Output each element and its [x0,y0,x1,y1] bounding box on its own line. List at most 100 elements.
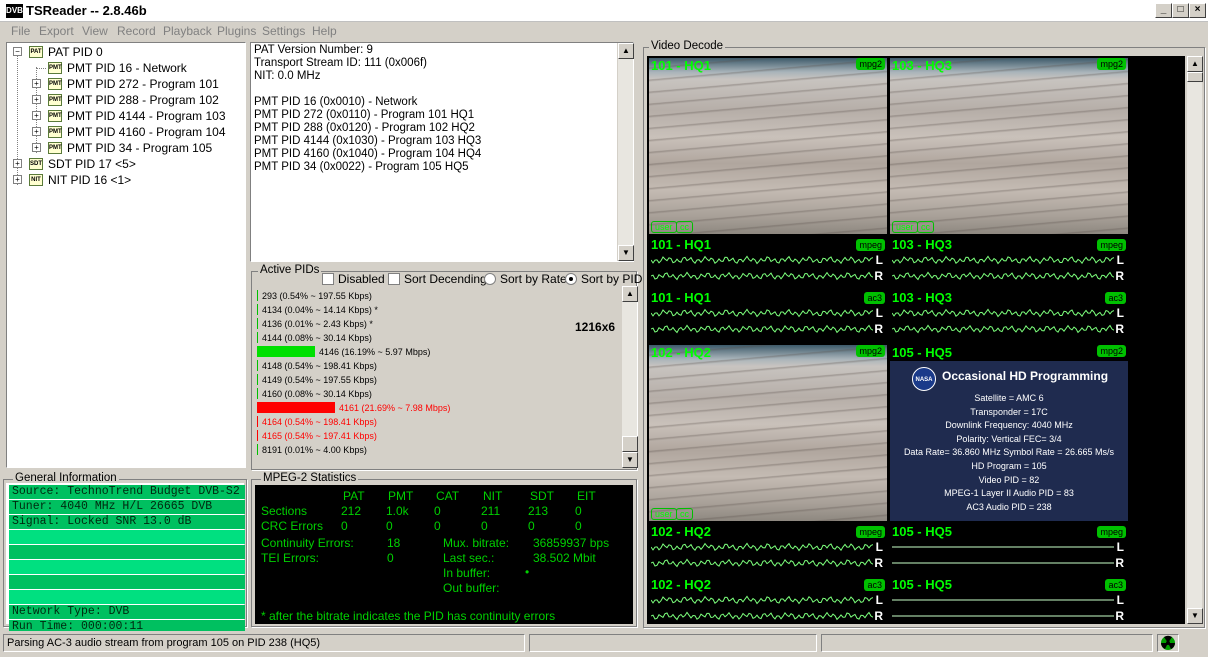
pid-scroll-up-icon[interactable]: ▲ [622,286,638,302]
close-button[interactable]: × [1189,3,1206,18]
decode-tile[interactable]: 105 - HQ5 mpeg L R [890,523,1128,576]
status-panel-4 [1157,634,1179,652]
audio-waveform [651,271,873,281]
pat-info-panel[interactable]: PAT Version Number: 9 Transport Stream ID… [250,42,634,262]
menu-settings[interactable]: Settings [262,24,305,38]
decode-tile[interactable]: 103 - HQ3 mpg2 user cc [890,56,1128,236]
maximize-button[interactable]: □ [1172,3,1189,18]
user-badge[interactable]: user [651,221,677,233]
video-scroll-down-icon[interactable]: ▼ [1187,608,1203,624]
pid-row[interactable]: 4161 (21.69% ~ 7.98 Mbps) [339,402,450,414]
tree-item[interactable]: PAT PID 0 [48,44,103,60]
decode-tile[interactable]: 101 - HQ1 mpeg L R [649,236,887,289]
user-badge[interactable]: user [892,221,918,233]
user-badge[interactable]: user [651,508,677,520]
pid-row[interactable]: 4149 (0.54% ~ 197.55 Kbps) [262,374,377,386]
decode-tile[interactable]: 102 - HQ2 mpg2 user cc [649,343,887,523]
tree-item[interactable]: PMT PID 272 - Program 101 [67,76,219,92]
disabled-label: Disabled [338,272,385,286]
tree-item[interactable]: PMT PID 4160 - Program 104 [67,124,226,140]
hd-card-line: HD Program = 105 [971,461,1047,471]
sort-descending-checkbox[interactable] [388,273,400,285]
codec-badge: ac3 [864,292,885,304]
menu-plugins[interactable]: Plugins [217,24,256,38]
sort-by-pid-radio[interactable] [565,273,577,285]
cc-badge[interactable]: cc [917,221,934,233]
tree-expander-icon[interactable]: + [32,127,41,136]
decode-tile[interactable]: 105 - HQ5 ac3 L R [890,576,1128,624]
tree-expander-icon[interactable]: + [32,143,41,152]
pid-tree[interactable]: − PAT PAT PID 0 PMT PMT PID 16 - Network + PMT… [6,42,246,468]
active-pid-list[interactable]: 293 (0.54% ~ 197.55 Kbps) 4134 (0.04% ~ 1… [255,286,638,468]
audio-waveform [892,271,1114,281]
pid-scroll-down-icon[interactable]: ▼ [622,452,638,468]
hd-card-line: Downlink Frequency: 4040 MHz [945,420,1073,431]
pid-row[interactable]: 4160 (0.08% ~ 30.14 Kbps) [262,388,372,400]
video-scroll-thumb[interactable] [1187,72,1203,82]
pid-row[interactable]: 4146 (16.19% ~ 5.97 Mbps) [319,346,430,358]
menu-bar: File Export View Record Playback Plugins… [0,22,1208,41]
decode-tile[interactable]: 103 - HQ3 mpeg L R [890,236,1128,289]
tree-item[interactable]: PMT PID 34 - Program 105 [67,140,212,156]
menu-playback[interactable]: Playback [163,24,212,38]
pid-row[interactable]: 4136 (0.01% ~ 2.43 Kbps) * [262,318,373,330]
hd-info-card: NASA Occasional HD Programming Satellite =… [890,361,1128,521]
decode-tile[interactable]: 101 - HQ1 mpg2 user cc [649,56,887,236]
tree-item[interactable]: NIT PID 16 <1> [48,172,131,188]
tree-expander-icon[interactable]: + [32,111,41,120]
cc-badge[interactable]: cc [676,221,693,233]
minimize-button[interactable]: _ [1155,3,1172,18]
tree-expander-icon[interactable]: + [13,159,22,168]
disabled-checkbox[interactable] [322,273,334,285]
decode-tile[interactable]: 105 - HQ5 mpg2 NASA Occasional HD Programmi… [890,343,1128,523]
tree-item[interactable]: PMT PID 4144 - Program 103 [67,108,226,124]
codec-badge: mpg2 [1097,345,1126,357]
audio-waveform [651,308,873,318]
tree-expander-icon[interactable]: + [32,79,41,88]
decode-tile[interactable]: 102 - HQ2 ac3 L R [649,576,887,624]
pid-row[interactable]: 4164 (0.54% ~ 198.41 Kbps) [262,416,377,428]
menu-export[interactable]: Export [39,24,74,38]
tree-expander-icon[interactable]: − [13,47,22,56]
info-scrollbar[interactable]: ▲ ▼ [617,43,634,261]
codec-badge: ac3 [1105,579,1126,591]
tree-item[interactable]: SDT PID 17 <5> [48,156,136,172]
scroll-up-icon[interactable]: ▲ [618,43,634,59]
cc-badge[interactable]: cc [676,508,693,520]
stat-col-header: CAT [436,489,460,503]
continuity-errors-label: Continuity Errors: [261,536,354,550]
general-info-row [9,545,245,559]
left-channel-label: L [1116,253,1124,267]
stat-crc-value: 0 [386,519,393,533]
menu-view[interactable]: View [82,24,108,38]
pid-row[interactable]: 4144 (0.08% ~ 30.14 Kbps) [262,332,372,344]
status-bar: Parsing AC-3 audio stream from program 1… [0,631,1208,657]
pid-rate-tick [257,318,258,329]
pid-row[interactable]: 4148 (0.54% ~ 198.41 Kbps) [262,360,377,372]
menu-help[interactable]: Help [312,24,337,38]
left-channel-label: L [875,593,883,607]
video-scroll-up-icon[interactable]: ▲ [1187,56,1203,72]
pid-row[interactable]: 293 (0.54% ~ 197.55 Kbps) [262,290,372,302]
pid-scroll-thumb[interactable] [622,436,638,452]
pid-row[interactable]: 4165 (0.54% ~ 197.41 Kbps) [262,430,377,442]
right-channel-label: R [874,556,883,570]
in-buffer-value: • [525,565,530,579]
tree-expander-icon[interactable]: + [13,175,22,184]
sort-by-rate-radio[interactable] [484,273,496,285]
decode-tile[interactable]: 103 - HQ3 ac3 L R [890,289,1128,343]
pid-row[interactable]: 4134 (0.04% ~ 14.14 Kbps) * [262,304,378,316]
active-pids-label: Active PIDs [258,264,322,276]
decode-tile[interactable]: 101 - HQ1 ac3 L R [649,289,887,343]
tree-expander-icon[interactable]: + [32,95,41,104]
tree-item[interactable]: PMT PID 16 - Network [67,60,187,76]
pid-list-scrollbar[interactable]: ▲ ▼ [621,286,638,468]
decode-tile[interactable]: 102 - HQ2 mpeg L R [649,523,887,576]
menu-record[interactable]: Record [117,24,156,38]
scroll-down-icon[interactable]: ▼ [618,245,634,261]
video-scrollbar[interactable]: ▲ ▼ [1186,56,1203,624]
tree-item[interactable]: PMT PID 288 - Program 102 [67,92,219,108]
menu-file[interactable]: File [11,24,30,38]
pid-row[interactable]: 8191 (0.01% ~ 4.00 Kbps) [262,444,367,456]
info-line: PMT PID 288 (0x0120) - Program 102 HQ2 [254,122,475,134]
